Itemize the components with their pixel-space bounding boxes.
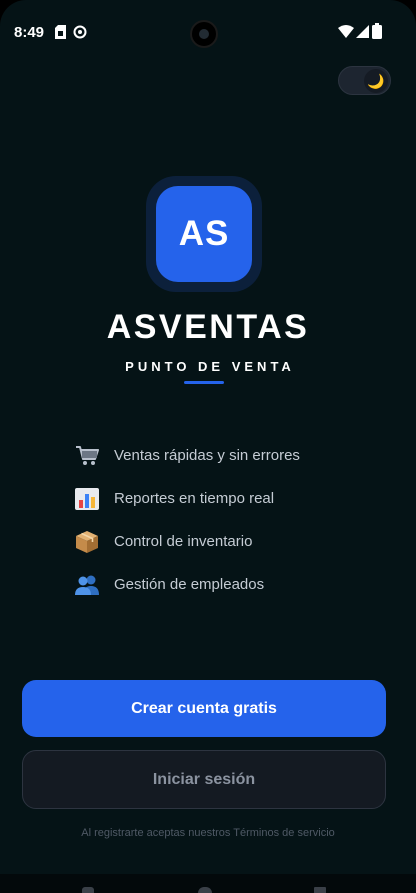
front-camera: [190, 20, 218, 48]
feature-label: Ventas rápidas y sin errores: [114, 447, 300, 464]
wifi-icon: [338, 25, 354, 38]
theme-toggle[interactable]: 🌙: [338, 66, 391, 95]
recents-nav-icon[interactable]: [314, 887, 326, 893]
feature-label: Reportes en tiempo real: [114, 490, 275, 507]
app-screen: 8:49 🌙 AS ASVENTAS PUNTO DE VENTA Ventas…: [0, 0, 416, 893]
status-bar: 8:49: [0, 0, 416, 62]
moon-icon: 🌙: [367, 73, 385, 89]
app-logo: AS: [156, 186, 252, 282]
feature-item: Control de inventario: [74, 520, 394, 563]
package-icon: [74, 529, 100, 555]
terms-notice: Al registrarte aceptas nuestros Términos…: [81, 827, 335, 839]
status-time: 8:49: [14, 24, 45, 41]
sim-card-icon: [55, 25, 66, 39]
create-account-button[interactable]: Crear cuenta gratis: [22, 680, 386, 737]
battery-icon: [372, 23, 382, 39]
home-nav-icon[interactable]: [198, 887, 212, 893]
login-button[interactable]: Iniciar sesión: [22, 750, 386, 809]
feature-item: Reportes en tiempo real: [74, 477, 394, 520]
bar-chart-icon: [74, 486, 100, 512]
shopping-cart-icon: [74, 443, 100, 469]
navigation-bar: [0, 874, 416, 893]
brand-underline: [184, 381, 224, 384]
brand-name: ASVENTAS: [106, 308, 310, 346]
feature-label: Control de inventario: [114, 533, 253, 550]
feature-label: Gestión de empleados: [114, 576, 265, 593]
brand-tagline: PUNTO DE VENTA: [125, 359, 295, 374]
people-icon: [74, 572, 100, 598]
feature-item: Ventas rápidas y sin errores: [74, 434, 394, 477]
sync-icon: [73, 25, 87, 39]
signal-icon: [356, 25, 369, 38]
feature-list: Ventas rápidas y sin errores Reportes en…: [74, 434, 394, 606]
toggle-knob: 🌙: [364, 69, 388, 93]
back-nav-icon[interactable]: [82, 887, 94, 893]
feature-item: Gestión de empleados: [74, 563, 394, 606]
